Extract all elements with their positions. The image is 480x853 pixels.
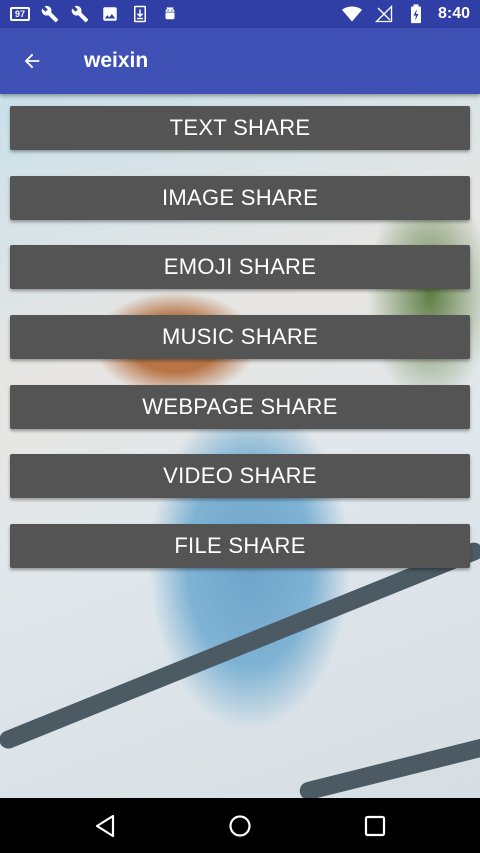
- share-button-list: TEXT SHARE IMAGE SHARE EMOJI SHARE MUSIC…: [10, 106, 470, 594]
- status-bar: 97 8:40: [0, 0, 480, 28]
- file-share-button[interactable]: FILE SHARE: [10, 524, 470, 569]
- arrow-left-icon: [24, 53, 40, 69]
- back-button[interactable]: [16, 45, 48, 77]
- emoji-share-button[interactable]: EMOJI SHARE: [10, 245, 470, 290]
- wrench-icon: [40, 4, 60, 24]
- signal-off-icon: [374, 4, 394, 24]
- back-triangle-icon: [95, 814, 115, 838]
- image-share-button[interactable]: IMAGE SHARE: [10, 175, 470, 220]
- text-share-button[interactable]: TEXT SHARE: [10, 106, 470, 150]
- nav-recents-button[interactable]: [359, 810, 391, 842]
- download-icon: [130, 4, 150, 24]
- photo-railing: [297, 721, 480, 798]
- page-title: weixin: [84, 49, 149, 72]
- nav-home-button[interactable]: [224, 810, 256, 842]
- clock: 8:40: [437, 5, 470, 22]
- background-photo-area: TEXT SHARE IMAGE SHARE EMOJI SHARE MUSIC…: [0, 94, 480, 798]
- wifi-icon: [341, 4, 362, 24]
- android-icon: [160, 4, 180, 24]
- battery-charging-icon: [406, 4, 426, 24]
- home-circle-icon: [229, 815, 251, 837]
- webpage-share-button[interactable]: WEBPAGE SHARE: [10, 384, 470, 429]
- notification-count: 97: [10, 7, 30, 21]
- notification-count-icon: 97: [10, 4, 30, 24]
- music-share-button[interactable]: MUSIC SHARE: [10, 315, 470, 360]
- video-share-button[interactable]: VIDEO SHARE: [10, 454, 470, 499]
- recents-square-icon: [364, 815, 386, 837]
- nav-back-button[interactable]: [89, 810, 121, 842]
- app-toolbar: weixin: [0, 28, 480, 94]
- wrench-icon: [70, 4, 90, 24]
- system-nav-bar: [0, 798, 480, 853]
- image-icon: [100, 4, 120, 24]
